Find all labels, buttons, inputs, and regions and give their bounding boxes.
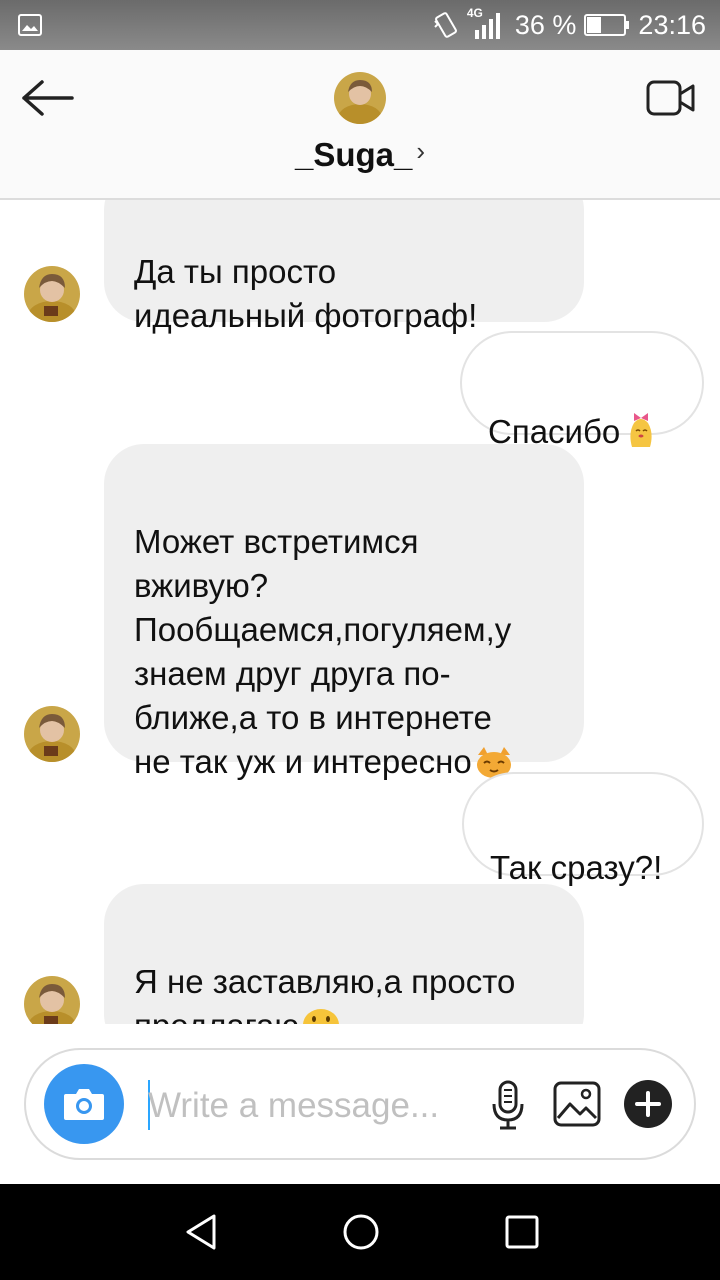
avatar[interactable] <box>334 72 386 124</box>
message-text: Может встретимся вживую? Пообщаемся,погу… <box>134 523 512 780</box>
avatar[interactable] <box>24 976 80 1024</box>
outgoing-message[interactable]: Так сразу?! <box>462 772 704 886</box>
message-text: Да ты просто идеальный фотограф! <box>134 253 478 334</box>
battery-icon <box>584 14 630 36</box>
plus-icon <box>635 1091 661 1117</box>
avatar[interactable] <box>24 266 80 322</box>
incoming-message[interactable]: Да ты просто идеальный фотограф! <box>104 200 584 334</box>
incoming-message[interactable]: Может встретимся вживую? Пообщаемся,погу… <box>104 444 584 780</box>
back-arrow-icon[interactable] <box>20 78 76 118</box>
recents-square-icon[interactable] <box>502 1212 542 1252</box>
avatar[interactable] <box>24 706 80 762</box>
message-list[interactable]: Да ты просто идеальный фотограф! Спасибо… <box>0 200 720 1024</box>
signal-icon: 4G <box>467 6 507 40</box>
chevron-right-icon[interactable]: › <box>416 136 425 166</box>
vibrate-icon <box>434 12 457 38</box>
message-composer <box>24 1048 696 1160</box>
plus-button[interactable] <box>624 1080 672 1128</box>
username[interactable]: _Suga_ <box>295 136 412 173</box>
battery-percent: 36 % <box>514 9 577 40</box>
back-triangle-icon[interactable] <box>182 1212 222 1252</box>
home-circle-icon[interactable] <box>341 1212 381 1252</box>
chat-header: _Suga_ › <box>0 50 720 200</box>
video-call-icon[interactable] <box>646 78 696 118</box>
incoming-message[interactable]: Я не заставляю,а просто предлагаю <box>104 884 584 1024</box>
microphone-icon[interactable] <box>490 1080 526 1130</box>
status-bar: 4G 36 % 23:16 <box>0 0 720 50</box>
gallery-icon <box>18 14 42 36</box>
grinning-face-emoji <box>303 1009 340 1024</box>
system-nav-bar <box>0 1184 720 1280</box>
camera-button[interactable] <box>44 1064 124 1144</box>
clock: 23:16 <box>638 9 706 40</box>
message-input[interactable] <box>148 1078 468 1134</box>
outgoing-message[interactable]: Спасибо <box>460 331 704 450</box>
contact-name[interactable]: _Suga_ › <box>0 136 720 174</box>
camera-icon <box>64 1089 104 1120</box>
message-text: Так сразу?! <box>490 849 663 886</box>
bow-character-emoji <box>630 413 652 447</box>
gallery-icon[interactable] <box>552 1080 602 1128</box>
